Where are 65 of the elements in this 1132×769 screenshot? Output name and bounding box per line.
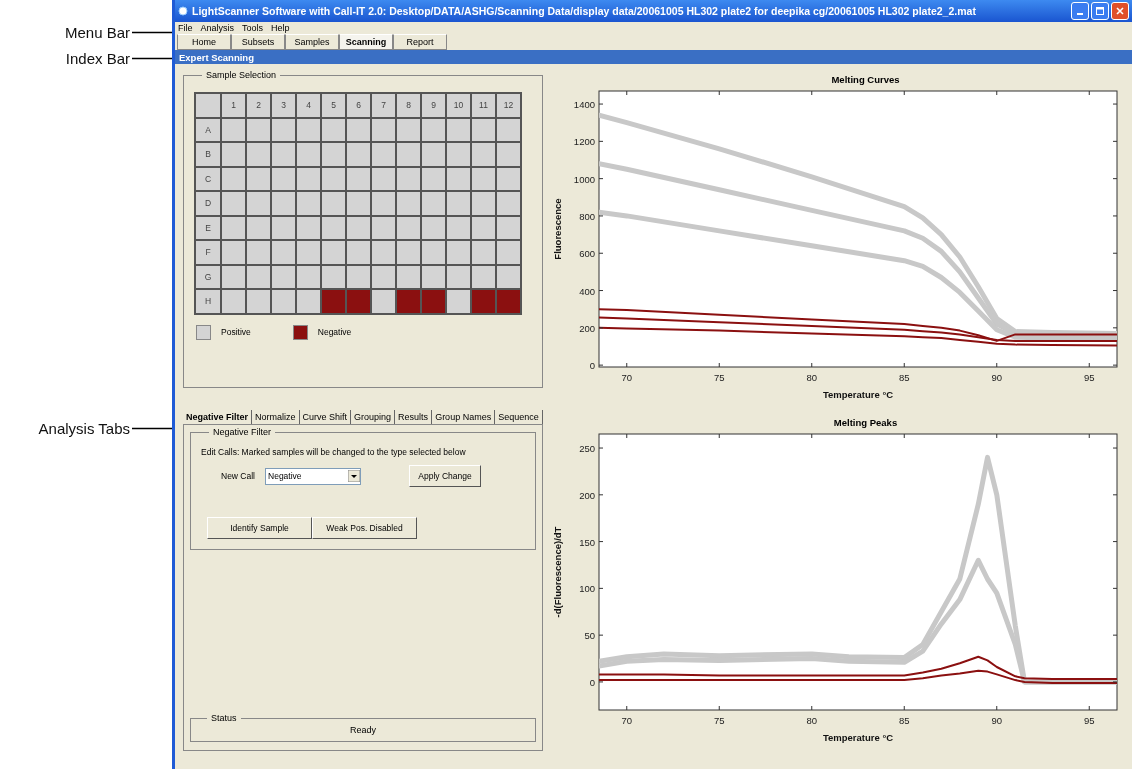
- window-title: LightScanner Software with Call-IT 2.0: Desktop/DATA/ASHG/Scanning Data/display data/20061005 HL302 plate2 for deepika cg/20061005 HL302 plate2_2.mat: [192, 5, 977, 17]
- column-header: 2: [247, 94, 270, 117]
- y-tick-label: 50: [584, 630, 595, 642]
- y-axis-label: -d(Fluorescence)/dT: [552, 526, 563, 618]
- x-tick-label: 75: [713, 715, 725, 726]
- y-tick-label: 1200: [573, 136, 595, 148]
- row-header: A: [196, 118, 220, 141]
- row-header: D: [196, 192, 220, 215]
- y-tick-label: 1400: [573, 99, 595, 111]
- x-tick-label: 80: [806, 715, 818, 726]
- row-header: B: [196, 143, 220, 166]
- column-header: 7: [372, 94, 395, 117]
- column-header: 10: [447, 94, 470, 117]
- x-axis-label: Temperature °C: [822, 732, 894, 743]
- y-axis-label: Fluorescence: [552, 198, 563, 260]
- callout-label: Analysis Tabs: [38, 419, 130, 437]
- x-tick-label: 90: [991, 372, 1003, 383]
- column-header: 12: [497, 94, 520, 117]
- column-header: 9: [422, 94, 445, 117]
- y-tick-label: 0: [589, 360, 595, 372]
- y-tick-label: 150: [579, 536, 595, 548]
- group-title: Sample Selection: [205, 70, 278, 80]
- y-tick-label: 200: [579, 489, 595, 501]
- y-tick-label: 0: [589, 676, 595, 688]
- row-header: F: [196, 241, 220, 264]
- column-header: 11: [472, 94, 495, 117]
- x-tick-label: 70: [621, 372, 633, 383]
- legend-label: Positive: [221, 327, 251, 337]
- x-tick-label: 95: [1083, 715, 1095, 726]
- y-tick-label: 800: [579, 210, 595, 222]
- status-text: Ready: [349, 725, 377, 735]
- row-header: E: [196, 216, 220, 239]
- row-header: G: [196, 265, 220, 288]
- y-tick-label: 600: [579, 248, 595, 260]
- field-label: New Call: [221, 471, 255, 481]
- x-tick-label: 80: [806, 372, 818, 383]
- group-title: Negative Filter: [212, 427, 273, 437]
- y-tick-label: 1000: [573, 173, 595, 185]
- x-tick-label: 95: [1083, 372, 1095, 383]
- legend-label: Negative: [317, 327, 352, 337]
- column-header: 5: [322, 94, 345, 117]
- row-header: C: [196, 167, 220, 190]
- callout-label: Index Bar: [65, 49, 130, 67]
- y-tick-label: 100: [579, 583, 595, 595]
- chart-title: Melting Curves: [831, 74, 900, 85]
- column-header: 8: [397, 94, 420, 117]
- x-tick-label: 90: [991, 715, 1003, 726]
- callout-label: Menu Bar: [64, 23, 130, 41]
- y-tick-label: 400: [579, 285, 595, 297]
- chart-title: Melting Peaks: [833, 417, 898, 428]
- column-header: 4: [297, 94, 320, 117]
- column-header: 1: [222, 94, 245, 117]
- x-tick-label: 70: [621, 715, 633, 726]
- instruction-text: Edit Calls: Marked samples will be changed to the type selected below: [201, 447, 467, 457]
- x-tick-label: 85: [898, 372, 910, 383]
- x-axis-label: Temperature °C: [822, 389, 894, 400]
- x-tick-label: 85: [898, 715, 910, 726]
- x-tick-label: 75: [713, 372, 725, 383]
- group-title: Status: [210, 713, 238, 723]
- column-header: 3: [272, 94, 295, 117]
- y-tick-label: 250: [579, 443, 595, 455]
- row-header: H: [196, 290, 220, 313]
- section-title: Expert Scanning: [179, 51, 254, 63]
- y-tick-label: 200: [579, 322, 595, 334]
- column-header: 6: [347, 94, 370, 117]
